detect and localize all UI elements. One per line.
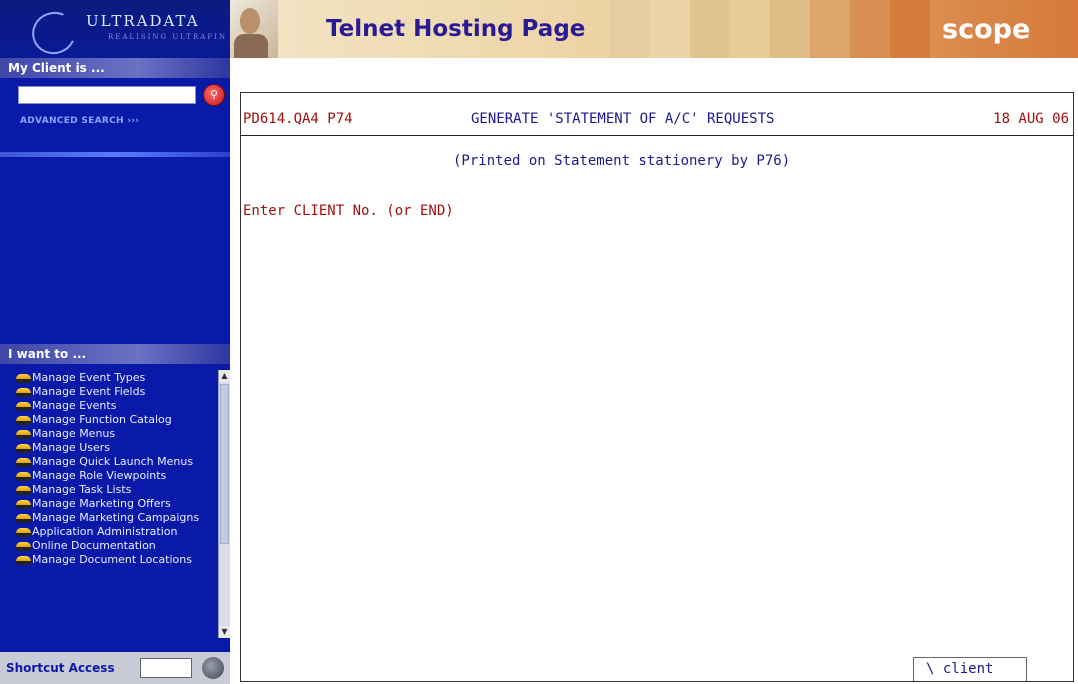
function-menu-list: Manage Event Types Manage Event Fields M… — [0, 370, 218, 638]
helmet-icon — [16, 500, 31, 509]
sidebar: ULTRADATA REALISING ULTRAFIN My Client i… — [0, 0, 230, 684]
scroll-thumb[interactable] — [220, 384, 229, 544]
printed-note: (Printed on Statement stationery by P76) — [453, 153, 791, 169]
menu-item-task-lists[interactable]: Manage Task Lists — [0, 484, 218, 496]
terminal-header: PD614.QA4 P74 GENERATE 'STATEMENT OF A/C… — [241, 93, 1073, 136]
scope-logo: scope — [942, 14, 1031, 45]
helmet-icon — [16, 528, 31, 537]
header-decorative-blocks — [610, 0, 930, 58]
menu-item-menus[interactable]: Manage Menus — [0, 428, 218, 440]
shortcut-access-input[interactable] — [140, 658, 192, 678]
person-head-shape — [240, 8, 260, 34]
menu-item-function-catalog[interactable]: Manage Function Catalog — [0, 414, 218, 426]
person-body-shape — [234, 34, 268, 58]
helmet-icon — [16, 486, 31, 495]
telnet-terminal[interactable]: PD614.QA4 P74 GENERATE 'STATEMENT OF A/C… — [240, 92, 1074, 682]
client-function-key-button[interactable]: \ client — [913, 657, 1027, 681]
helmet-icon — [16, 388, 31, 397]
helmet-icon — [16, 556, 31, 565]
menu-item-document-locations[interactable]: Manage Document Locations — [0, 554, 218, 566]
menu-item-online-documentation[interactable]: Online Documentation — [0, 540, 218, 552]
menu-item-role-viewpoints[interactable]: Manage Role Viewpoints — [0, 470, 218, 482]
helmet-icon — [16, 444, 31, 453]
program-id: PD614.QA4 P74 — [243, 111, 353, 127]
menu-scrollbar[interactable]: ▲ ▼ — [218, 370, 230, 638]
scroll-up-arrow-icon[interactable]: ▲ — [219, 370, 230, 382]
menu-item-marketing-offers[interactable]: Manage Marketing Offers — [0, 498, 218, 510]
ultradata-swoosh-icon — [26, 5, 82, 61]
function-menu: Manage Event Types Manage Event Fields M… — [0, 370, 230, 638]
screen-date: 18 AUG 06 — [993, 111, 1069, 127]
menu-item-marketing-campaigns[interactable]: Manage Marketing Campaigns — [0, 512, 218, 524]
helmet-icon — [16, 472, 31, 481]
helmet-icon — [16, 402, 31, 411]
client-number-prompt: Enter CLIENT No. (or END) — [243, 203, 454, 219]
shortcut-access-label: Shortcut Access — [6, 661, 115, 675]
menu-item-event-fields[interactable]: Manage Event Fields — [0, 386, 218, 398]
shortcut-access-bar: Shortcut Access — [0, 652, 230, 684]
helmet-icon — [16, 374, 31, 383]
ultradata-logo: ULTRADATA REALISING ULTRAFIN — [0, 0, 230, 61]
menu-item-application-administration[interactable]: Application Administration — [0, 526, 218, 538]
logo-tagline: REALISING ULTRAFIN — [108, 33, 228, 41]
client-search-input[interactable] — [18, 86, 196, 104]
client-search-button[interactable]: ⚲ — [203, 84, 225, 106]
helmet-icon — [16, 514, 31, 523]
menu-item-events[interactable]: Manage Events — [0, 400, 218, 412]
header-photo — [230, 0, 278, 58]
screen-title: GENERATE 'STATEMENT OF A/C' REQUESTS — [471, 111, 775, 127]
helmet-icon — [16, 458, 31, 467]
advanced-search-link[interactable]: ADVANCED SEARCH ››› — [20, 116, 139, 126]
menu-item-event-types[interactable]: Manage Event Types — [0, 372, 218, 384]
helmet-icon — [16, 416, 31, 425]
want-section-heading: I want to ... — [0, 344, 230, 364]
helmet-icon — [16, 430, 31, 439]
client-section-heading: My Client is ... — [0, 58, 230, 78]
page-header: Telnet Hosting Page scope — [230, 0, 1078, 58]
menu-item-users[interactable]: Manage Users — [0, 442, 218, 454]
menu-item-quick-launch-menus[interactable]: Manage Quick Launch Menus — [0, 456, 218, 468]
shortcut-go-button[interactable] — [202, 657, 224, 679]
page-title: Telnet Hosting Page — [326, 16, 586, 42]
search-icon: ⚲ — [209, 88, 219, 101]
logo-brand-text: ULTRADATA — [86, 12, 200, 30]
scroll-down-arrow-icon[interactable]: ▼ — [219, 626, 230, 638]
sidebar-divider — [0, 152, 230, 157]
helmet-icon — [16, 542, 31, 551]
